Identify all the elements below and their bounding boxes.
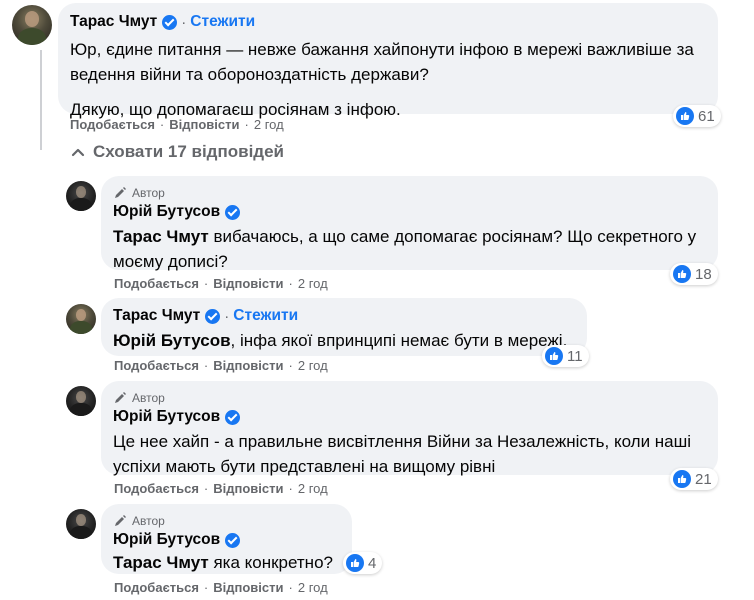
like-button[interactable]: Подобається	[114, 358, 199, 373]
verified-badge-icon	[162, 14, 178, 30]
like-button[interactable]: Подобається	[114, 580, 199, 595]
reply-author[interactable]: Юрій Бутусов	[113, 203, 220, 221]
separator-dot: ·	[224, 307, 230, 325]
separator-dot: ·	[203, 481, 209, 496]
comment-paragraph: Юр, єдине питання — невже бажання хайпон…	[70, 40, 694, 84]
timestamp[interactable]: 2 год	[298, 481, 328, 496]
comment-author[interactable]: Тарас Чмут	[70, 13, 157, 31]
chevron-up-icon	[71, 148, 85, 157]
reply-bubble: Автор Юрій Бутусов Тарас Чмут яка конкре…	[101, 504, 352, 574]
reply-button[interactable]: Відповісти	[213, 580, 283, 595]
like-button[interactable]: Подобається	[70, 117, 155, 132]
reply-body: яка конкретно?	[208, 553, 333, 572]
like-button[interactable]: Подобається	[114, 276, 199, 291]
reply-actions: Подобається · Відповісти · 2 год	[114, 580, 328, 595]
verified-badge-icon	[225, 532, 241, 548]
separator-dot: ·	[288, 481, 293, 496]
pen-icon	[115, 187, 126, 198]
reaction-count[interactable]: 4	[343, 552, 383, 574]
verified-badge-icon	[225, 204, 241, 220]
reply-button[interactable]: Відповісти	[213, 481, 283, 496]
like-thumb-icon	[673, 265, 691, 283]
avatar-taras[interactable]	[12, 5, 52, 45]
reply-bubble: Автор Юрій Бутусов Тарас Чмут вибачаюсь,…	[101, 176, 718, 271]
reaction-number: 11	[567, 347, 583, 365]
avatar-yurii[interactable]	[66, 509, 96, 539]
timestamp[interactable]: 2 год	[298, 580, 328, 595]
mention-link[interactable]: Тарас Чмут	[113, 553, 209, 572]
pen-icon	[115, 392, 126, 403]
verified-badge-icon	[205, 308, 221, 324]
reaction-number: 61	[698, 107, 715, 125]
timestamp[interactable]: 2 год	[298, 358, 328, 373]
reaction-count[interactable]: 21	[670, 468, 718, 490]
reply-text: Тарас Чмут вибачаюсь, а що саме допомага…	[113, 224, 706, 274]
like-button[interactable]: Подобається	[114, 481, 199, 496]
reply-button[interactable]: Відповісти	[213, 358, 283, 373]
author-badge-label: Автор	[132, 186, 165, 200]
separator-dot: ·	[159, 117, 165, 132]
timestamp[interactable]: 2 год	[254, 117, 284, 132]
separator-dot: ·	[203, 358, 209, 373]
reply-text: Це нее хайп - а правильне висвітлення Ві…	[113, 429, 706, 479]
reaction-count[interactable]: 18	[670, 263, 718, 285]
hide-replies-toggle[interactable]: Сховати 17 відповідей	[71, 142, 284, 162]
reaction-count[interactable]: 11	[542, 345, 589, 367]
reaction-number: 21	[695, 470, 712, 488]
reply-body: , інфа якої впринципі немає бути в мереж…	[230, 331, 568, 350]
reaction-number: 4	[368, 554, 377, 572]
reply-actions: Подобається · Відповісти · 2 год	[114, 358, 328, 373]
reply-text: Юрій Бутусов, інфа якої впринципі немає …	[113, 328, 575, 353]
timestamp[interactable]: 2 год	[298, 276, 328, 291]
pen-icon	[115, 515, 126, 526]
author-badge-label: Автор	[132, 514, 165, 528]
mention-link[interactable]: Тарас Чмут	[113, 227, 209, 246]
comment-text: Юр, єдине питання — невже бажання хайпон…	[70, 37, 706, 122]
reaction-count[interactable]: 61	[673, 105, 721, 127]
avatar-yurii[interactable]	[66, 181, 96, 211]
avatar-taras[interactable]	[66, 304, 96, 334]
comment-bubble: Тарас Чмут · Стежити Юр, єдине питання —…	[58, 3, 718, 119]
verified-badge-icon	[225, 409, 241, 425]
reply-author[interactable]: Тарас Чмут	[113, 307, 200, 325]
reply-author[interactable]: Юрій Бутусов	[113, 408, 220, 426]
reaction-number: 18	[695, 265, 712, 283]
follow-button[interactable]: Стежити	[190, 13, 255, 31]
like-thumb-icon	[346, 554, 364, 572]
separator-dot: ·	[288, 276, 293, 291]
like-thumb-icon	[545, 347, 563, 365]
author-badge-label: Автор	[132, 391, 165, 405]
hide-replies-label: Сховати 17 відповідей	[93, 142, 284, 161]
follow-button[interactable]: Стежити	[233, 307, 298, 325]
reply-button[interactable]: Відповісти	[213, 276, 283, 291]
separator-dot: ·	[288, 580, 293, 595]
like-thumb-icon	[676, 107, 694, 125]
separator-dot: ·	[203, 580, 209, 595]
reply-actions: Подобається · Відповісти · 2 год	[114, 481, 328, 496]
separator-dot: ·	[203, 276, 209, 291]
reply-bubble: Автор Юрій Бутусов Це нее хайп - а прави…	[101, 381, 718, 476]
separator-dot: ·	[288, 358, 293, 373]
avatar-yurii[interactable]	[66, 386, 96, 416]
reply-author[interactable]: Юрій Бутусов	[113, 531, 220, 549]
like-thumb-icon	[673, 470, 691, 488]
comment-actions: Подобається · Відповісти · 2 год	[70, 117, 284, 132]
reply-body: Це нее хайп - а правильне висвітлення Ві…	[113, 432, 692, 476]
separator-dot: ·	[181, 13, 187, 31]
reply-actions: Подобається · Відповісти · 2 год	[114, 276, 328, 291]
reply-bubble: Тарас Чмут · Стежити Юрій Бутусов, інфа …	[101, 298, 587, 356]
thread-line	[40, 50, 42, 150]
reply-text: Тарас Чмут яка конкретно?	[113, 550, 340, 575]
separator-dot: ·	[244, 117, 249, 132]
mention-link[interactable]: Юрій Бутусов	[113, 331, 231, 350]
reply-button[interactable]: Відповісти	[169, 117, 239, 132]
